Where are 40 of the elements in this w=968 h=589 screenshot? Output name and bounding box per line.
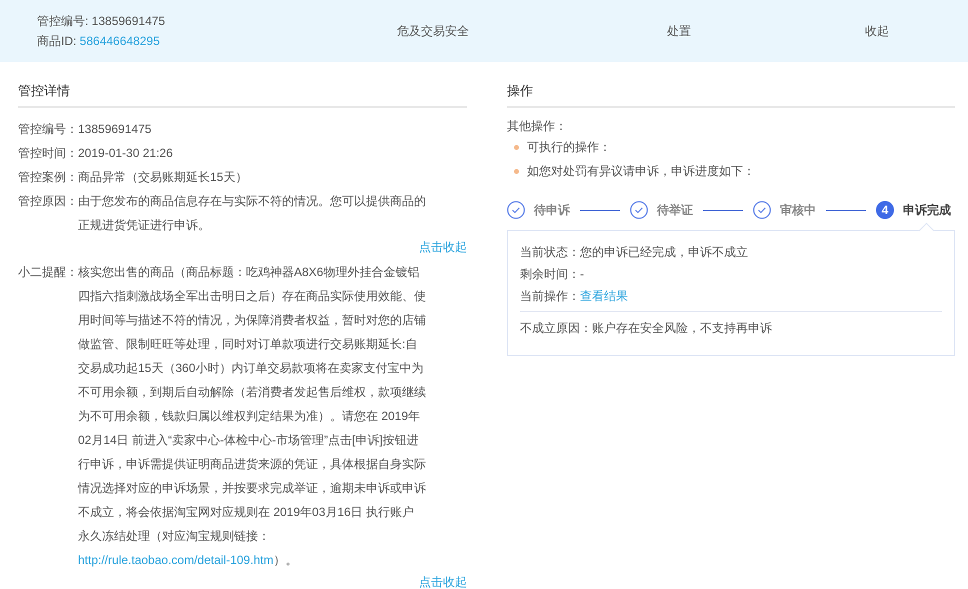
view-result-link[interactable]: 查看结果	[580, 289, 628, 303]
field-value: 商品异常（交易账期延长15天）	[78, 169, 248, 186]
field-value: 您的申诉已经完成，申诉不成立	[580, 245, 748, 259]
field-label: 管控编号:	[37, 14, 88, 28]
reminder-text: 核实您出售的商品（商品标题：吃鸡神器A8X6物理外挂合金镀铝四指六指刺激战场全军出击明日之后）存在商品实际使用效能、使用时间等与描述不符的情况，为保障消费者权益，暂时对您的店铺做监管、限制旺旺等处理，同时对订单款项进行交易账期延长:自交易成功起15天（360小时）内订单交易款项将在卖家支付宝中为不可用余额，到期后自动解除（若消费者发起售后维权，款项继续为不可用余额，钱款归属以维权判定结果为准）。请您在 2019年02月14日 前进入“卖家中心-体检中心-市场管理”点击[申诉]按钮进行申诉，申诉需提供证明商品进货来源的凭证，具体根据自身实际情况选择对应的申诉场景，并按要求完成举证，逾期未申诉或申诉不成立，将会依据淘宝网对应规则在 2019年03月16日 执行账户永久冻结处理（对应淘宝规则链接： http://rule.taobao.com/detail-109.htm）。	[78, 264, 426, 569]
field-label: 管控案例：	[18, 169, 78, 186]
step-label: 待申诉	[534, 202, 570, 218]
step-label: 待举证	[657, 202, 693, 218]
other-label: 其他操作：	[507, 118, 568, 135]
risk-type: 危及交易安全	[397, 22, 470, 40]
step-label: 审核中	[780, 202, 816, 218]
field-label: 不成立原因：	[520, 321, 592, 335]
section-title: 管控详情	[18, 78, 467, 108]
bullet-text: 可执行的操作：	[527, 139, 611, 156]
field-value: 由于您发布的商品信息存在与实际不符的情况。您可以提供商品的正规进货凭证进行申诉。	[78, 193, 426, 234]
field-label: 管控编号：	[18, 121, 78, 138]
field-value: 2019-01-30 21:26	[78, 145, 174, 162]
field-label: 商品ID:	[37, 34, 76, 48]
bullet-dot	[514, 168, 519, 174]
collapse-link[interactable]: 收起	[865, 22, 889, 40]
bullet-dot	[514, 144, 519, 150]
section-title: 操作	[507, 78, 955, 108]
field-value: 13859691475	[78, 121, 152, 138]
field-value: 账户存在安全风险，不支持再申诉	[592, 321, 772, 335]
product-id-link[interactable]: 586446648295	[76, 34, 160, 48]
collapse-link[interactable]: 点击收起	[419, 570, 467, 589]
field-label: 当前操作：	[520, 289, 580, 303]
field-label: 剩余时间：	[520, 267, 580, 281]
field-label: 管控时间：	[18, 145, 78, 162]
field-value: -	[580, 267, 584, 281]
bullet-text: 如您对处罚有异议请申诉，申诉进度如下：	[527, 163, 755, 180]
field-label: 当前状态：	[520, 245, 580, 259]
step-label: 申诉完成	[903, 202, 951, 218]
rule-link[interactable]: http://rule.taobao.com/detail-109.htm	[78, 553, 274, 567]
control-id: 13859691475	[90, 14, 166, 28]
field-label: 管控原因：	[18, 193, 78, 210]
field-label: 小二提醒：	[18, 264, 78, 281]
action-type: 处置	[667, 22, 692, 40]
collapse-link[interactable]: 点击收起	[419, 235, 467, 259]
step-number: 4	[876, 201, 894, 219]
